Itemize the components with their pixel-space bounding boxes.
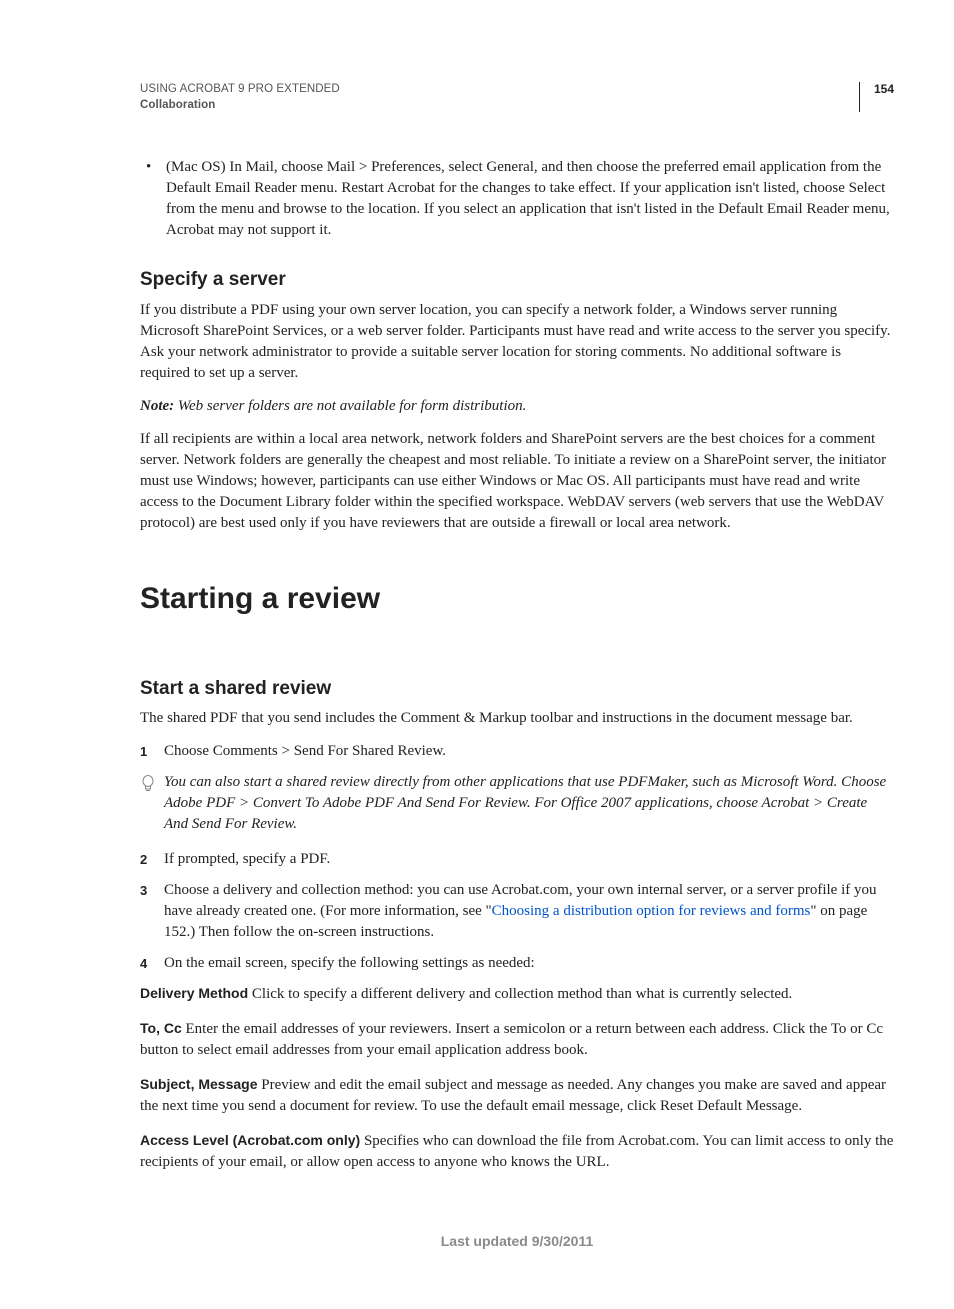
xref-link-distribution-option[interactable]: Choosing a distribution option for revie… [492,903,811,919]
step-body: Choose Comments > Send For Shared Review… [164,741,894,762]
def-to-cc: To, Cc Enter the email addresses of your… [140,1019,894,1061]
step-number: 3 [140,880,164,943]
page-number: 154 [859,82,894,112]
heading-starting-review: Starting a review [140,578,894,620]
tip-callout: You can also start a shared review direc… [140,772,894,835]
step-4: 4 On the email screen, specify the follo… [140,953,894,974]
step-3: 3 Choose a delivery and collection metho… [140,880,894,943]
def-term: To, Cc [140,1020,182,1036]
steps-list-cont: 2 If prompted, specify a PDF. 3 Choose a… [140,849,894,974]
step-1: 1 Choose Comments > Send For Shared Revi… [140,741,894,762]
step-number: 2 [140,849,164,870]
def-subject-message: Subject, Message Preview and edit the em… [140,1075,894,1117]
bullet-text: (Mac OS) In Mail, choose Mail > Preferen… [166,157,894,241]
specify-server-para2: If all recipients are within a local are… [140,429,894,534]
def-access-level: Access Level (Acrobat.com only) Specifie… [140,1131,894,1173]
doc-title: USING ACROBAT 9 PRO EXTENDED [140,82,340,98]
step-body: On the email screen, specify the followi… [164,953,894,974]
steps-list: 1 Choose Comments > Send For Shared Revi… [140,741,894,762]
step-body: Choose a delivery and collection method:… [164,880,894,943]
lightbulb-icon [140,772,164,835]
step-number: 4 [140,953,164,974]
note-web-server: Note: Web server folders are not availab… [140,396,894,417]
bullet-dot-icon: • [140,157,166,241]
def-delivery-method: Delivery Method Click to specify a diffe… [140,984,894,1005]
def-body: Enter the email addresses of your review… [140,1021,883,1058]
heading-shared-review: Start a shared review [140,676,894,703]
def-body: Click to specify a different delivery an… [248,986,792,1002]
page-header: USING ACROBAT 9 PRO EXTENDED Collaborati… [140,82,894,113]
step-2: 2 If prompted, specify a PDF. [140,849,894,870]
page: USING ACROBAT 9 PRO EXTENDED Collaborati… [0,0,954,1309]
note-text: Web server folders are not available for… [174,398,526,414]
def-term: Subject, Message [140,1076,258,1092]
tip-text: You can also start a shared review direc… [164,772,894,835]
note-label: Note: [140,398,174,414]
bullet-item-macos: • (Mac OS) In Mail, choose Mail > Prefer… [140,157,894,241]
section-label: Collaboration [140,98,340,114]
header-left: USING ACROBAT 9 PRO EXTENDED Collaborati… [140,82,340,113]
step-body: If prompted, specify a PDF. [164,849,894,870]
heading-specify-server: Specify a server [140,267,894,294]
shared-review-intro: The shared PDF that you send includes th… [140,708,894,729]
def-term: Access Level (Acrobat.com only) [140,1132,360,1148]
specify-server-para1: If you distribute a PDF using your own s… [140,300,894,384]
step-number: 1 [140,741,164,762]
footer-last-updated: Last updated 9/30/2011 [140,1233,894,1249]
body-content: • (Mac OS) In Mail, choose Mail > Prefer… [140,157,894,1173]
def-term: Delivery Method [140,985,248,1001]
